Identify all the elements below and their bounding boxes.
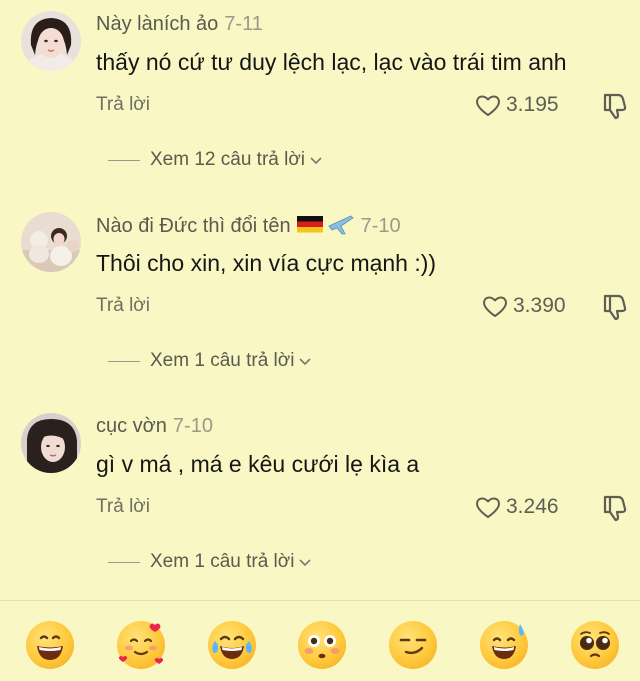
comment-text: thấy nó cứ tư duy lệch lạc, lạc vào trái… xyxy=(96,49,567,75)
view-replies-label: Xem 1 câu trả lời xyxy=(150,551,295,572)
view-replies-label: Xem 12 câu trả lời xyxy=(150,149,306,170)
reply-button[interactable]: Trả lời xyxy=(96,495,150,519)
airplane-icon xyxy=(327,215,354,235)
pleading-emoji-icon[interactable] xyxy=(570,621,619,669)
username-emojis xyxy=(295,212,355,243)
flushed-emoji-icon[interactable] xyxy=(298,621,347,669)
comment-meta: Nào đi Đức thì đổi tên 7-10 xyxy=(96,212,401,243)
divider-line xyxy=(108,159,140,161)
username[interactable]: cục vờn xyxy=(96,415,167,437)
comment-meta: cục vờn 7-10 xyxy=(96,413,213,439)
comment-text: gì v má , má e kêu cưới lẹ kìa a xyxy=(96,451,420,477)
thumbs-down-icon xyxy=(603,495,627,522)
emoji-bar-divider xyxy=(0,600,640,601)
comment-meta: Này làních ảo 7-11 xyxy=(96,11,263,37)
view-replies-label: Xem 1 câu trả lời xyxy=(150,350,295,371)
comment-date: 7-11 xyxy=(224,13,263,35)
view-replies-button[interactable]: Xem 1 câu trả lời xyxy=(108,551,312,573)
username[interactable]: Nào đi Đức thì đổi tên xyxy=(96,215,291,237)
divider-line xyxy=(108,561,140,563)
comment-text: Thôi cho xin, xin vía cực mạnh :)) xyxy=(96,250,437,276)
username[interactable]: Này làních ảo xyxy=(96,13,218,35)
grinning-emoji-icon[interactable] xyxy=(26,621,74,669)
chevron-down-icon xyxy=(299,559,312,567)
emoji-quick-bar xyxy=(0,612,640,678)
like-button[interactable]: 3.246 xyxy=(474,492,559,522)
heart-icon xyxy=(476,497,500,518)
chevron-down-icon xyxy=(310,157,322,165)
sweat-smile-emoji-icon[interactable] xyxy=(480,621,529,669)
dislike-button[interactable] xyxy=(600,492,630,522)
dislike-button[interactable] xyxy=(600,90,630,120)
reply-button[interactable]: Trả lời xyxy=(96,93,150,117)
chevron-down-icon xyxy=(299,358,312,366)
thumbs-down-icon xyxy=(603,93,627,120)
thumbs-down-icon xyxy=(603,294,627,321)
divider-line xyxy=(108,360,140,362)
dislike-button[interactable] xyxy=(600,291,630,321)
view-replies-button[interactable]: Xem 1 câu trả lời xyxy=(108,350,312,372)
smiling-hearts-emoji-icon[interactable] xyxy=(116,621,165,669)
heart-icon xyxy=(483,296,507,317)
reply-button[interactable]: Trả lời xyxy=(96,294,150,318)
like-button[interactable]: 3.390 xyxy=(481,291,566,321)
avatar[interactable] xyxy=(21,11,81,71)
heart-icon xyxy=(476,95,500,116)
view-replies-button[interactable]: Xem 12 câu trả lời xyxy=(108,149,323,171)
like-button[interactable]: 3.195 xyxy=(474,90,559,120)
comment-list: Này làních ảo 7-11 thấy nó cứ tư duy lệch… xyxy=(0,0,640,681)
avatar[interactable] xyxy=(21,212,81,272)
comment-date: 7-10 xyxy=(360,215,401,237)
smirk-emoji-icon[interactable] xyxy=(389,621,438,669)
avatar[interactable] xyxy=(21,413,81,473)
like-count: 3.195 xyxy=(506,93,559,116)
germany-flag-icon xyxy=(296,215,354,235)
like-count: 3.390 xyxy=(513,294,566,317)
tears-of-joy-emoji-icon[interactable] xyxy=(207,621,256,669)
comment-date: 7-10 xyxy=(172,415,213,437)
like-count: 3.246 xyxy=(506,495,559,518)
